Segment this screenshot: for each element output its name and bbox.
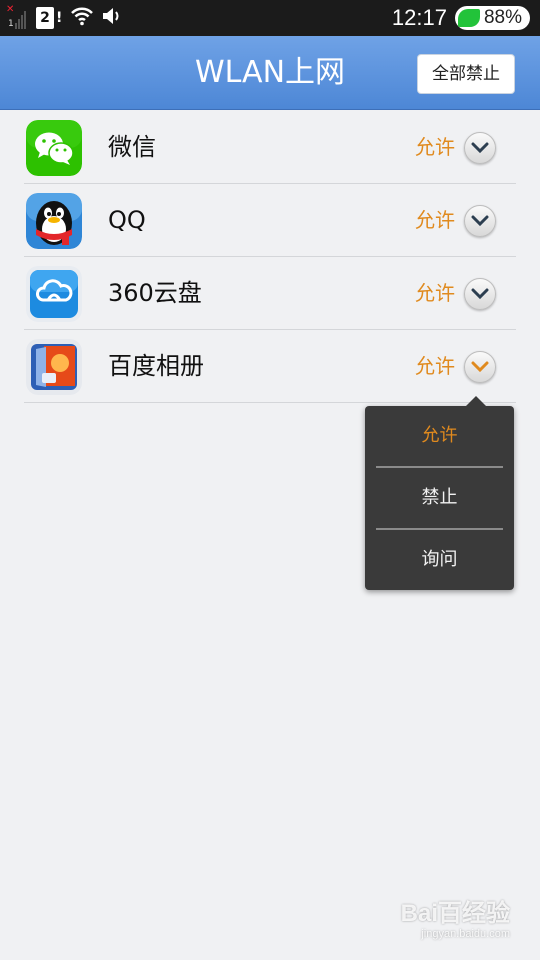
360-cloud-icon — [26, 266, 82, 322]
battery-indicator: 88% — [454, 6, 530, 30]
permission-label[interactable]: 允许 — [415, 330, 455, 403]
app-list: 微信 允许 QQ 允许 360云盘 允许 百度相册 允许 — [24, 111, 516, 403]
wechat-icon — [26, 120, 82, 176]
watermark-logo: Bai百经验 — [400, 900, 510, 927]
clock: 12:17 — [391, 5, 447, 30]
signal-slot-label: 1 — [8, 19, 14, 29]
sim-alert: ! — [56, 10, 63, 26]
watermark-url: jingyan.baidu.com — [421, 928, 510, 940]
title-bar: WLAN上网 全部禁止 — [0, 36, 540, 110]
chevron-down-icon[interactable] — [464, 132, 496, 164]
no-signal-icon: ✕ 1 — [6, 5, 28, 31]
baidu-album-icon — [26, 339, 82, 395]
list-item[interactable]: QQ 允许 — [24, 184, 516, 257]
chevron-down-icon[interactable] — [464, 351, 496, 383]
ban-all-button[interactable]: 全部禁止 — [417, 54, 515, 94]
permission-label[interactable]: 允许 — [415, 257, 455, 330]
qq-icon — [26, 193, 82, 249]
permission-label[interactable]: 允许 — [415, 184, 455, 257]
app-name: 百度相册 — [108, 352, 204, 380]
menu-item-deny[interactable]: 禁止 — [365, 468, 514, 528]
app-name: QQ — [108, 206, 146, 234]
speaker-icon — [102, 7, 122, 29]
permission-label[interactable]: 允许 — [415, 111, 455, 184]
app-name: 360云盘 — [108, 279, 202, 307]
chevron-down-icon[interactable] — [464, 205, 496, 237]
status-bar-left: ✕ 1 2 ! — [6, 4, 122, 32]
battery-leaf-icon — [457, 9, 480, 27]
list-item[interactable]: 360云盘 允许 — [24, 257, 516, 330]
battery-percent: 88% — [483, 7, 522, 28]
dropdown-pointer — [466, 396, 486, 406]
menu-item-ask[interactable]: 询问 — [365, 530, 514, 590]
menu-item-allow[interactable]: 允许 — [365, 406, 514, 466]
list-item[interactable]: 百度相册 允许 — [24, 330, 516, 403]
app-name: 微信 — [108, 133, 156, 161]
chevron-down-icon[interactable] — [464, 278, 496, 310]
watermark: Bai百经验 jingyan.baidu.com — [401, 893, 510, 940]
sim-card-icon: 2 — [36, 7, 54, 29]
permission-dropdown: 允许 禁止 询问 — [365, 396, 514, 590]
status-bar-right: 12:17 88% — [392, 0, 530, 36]
wifi-icon — [70, 6, 94, 30]
list-item[interactable]: 微信 允许 — [24, 111, 516, 184]
status-bar: ✕ 1 2 ! 12:17 88% — [0, 0, 540, 36]
